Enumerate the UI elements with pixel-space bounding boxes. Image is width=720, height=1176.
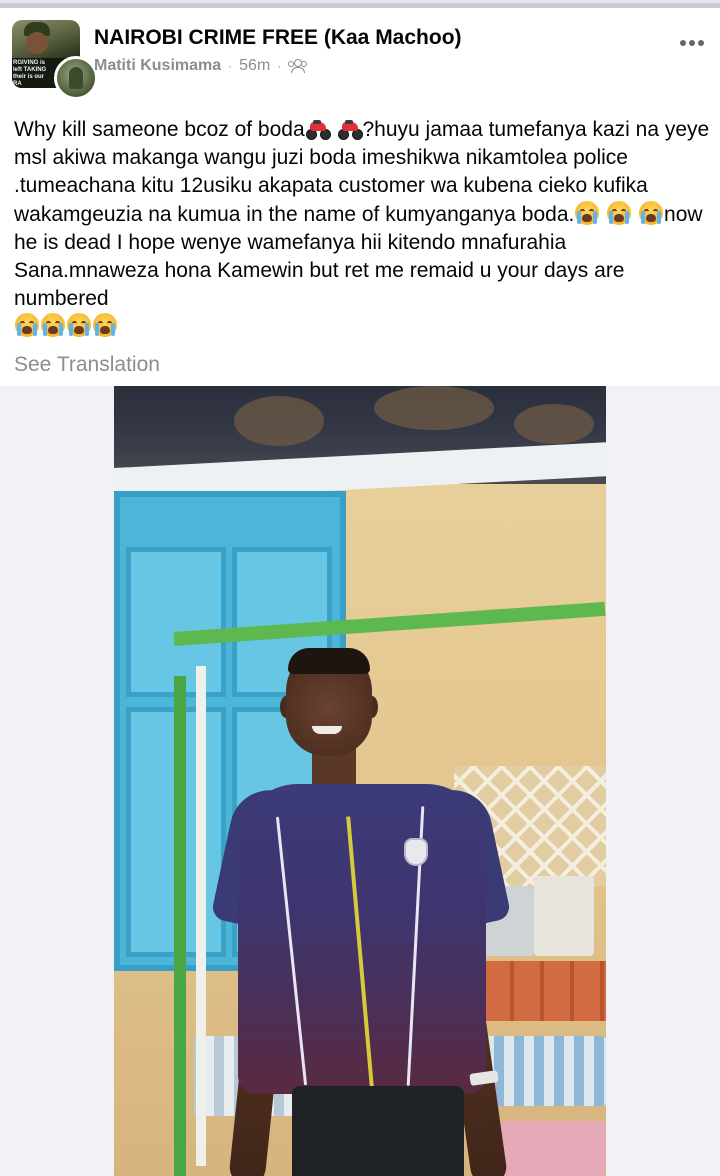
more-horizontal-icon — [680, 40, 686, 46]
post-text-part-1: Why kill sameone bcoz of boda — [14, 118, 305, 141]
crying-face-icon — [93, 313, 117, 338]
crying-face-icon — [639, 200, 664, 225]
author-avatar[interactable] — [54, 56, 98, 100]
crying-face-icon — [41, 313, 65, 338]
motorcycle-icon — [337, 117, 363, 140]
meta-separator: · — [228, 59, 233, 73]
crying-face-icon — [67, 313, 91, 338]
crying-face-icon — [607, 200, 632, 225]
group-name-link[interactable]: NAIROBI CRIME FREE (Kaa Machoo) — [94, 26, 462, 50]
motorcycle-icon — [305, 117, 331, 140]
group-avatar-caption: RGIVING is left TAKING their is our RA — [13, 60, 47, 87]
person-figure — [114, 386, 606, 1176]
crying-face-icon — [575, 200, 600, 225]
top-divider — [0, 0, 720, 8]
post-photo[interactable] — [114, 386, 606, 1176]
members-icon — [288, 59, 308, 73]
post-message: Why kill sameone bcoz of boda ?huyu jama… — [14, 116, 710, 342]
more-options-button[interactable] — [672, 30, 712, 56]
post-meta: Matiti Kusimama · 56m · — [94, 56, 308, 76]
crying-face-icon — [15, 313, 39, 338]
meta-separator: · — [277, 59, 282, 73]
see-translation-link[interactable]: See Translation — [14, 353, 160, 377]
post-photo-container[interactable] — [0, 386, 720, 1176]
post-avatar-group[interactable]: RGIVING is left TAKING their is our RA — [12, 20, 98, 100]
post-timestamp[interactable]: 56m — [239, 57, 270, 75]
author-name-link[interactable]: Matiti Kusimama — [94, 57, 221, 75]
